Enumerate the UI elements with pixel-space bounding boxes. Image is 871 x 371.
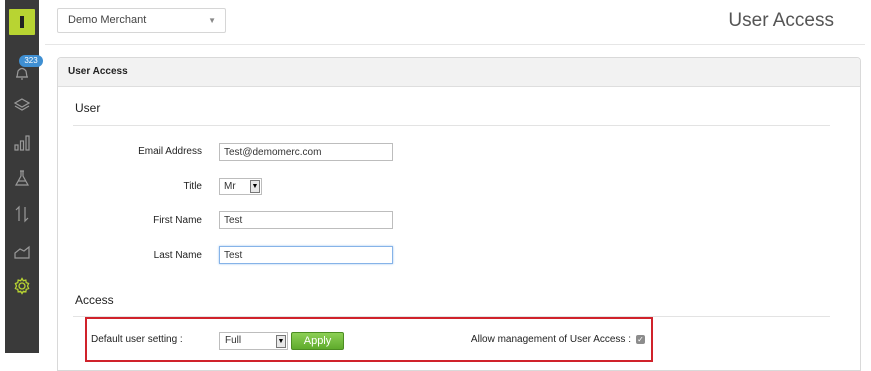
allow-management-checkbox[interactable]: ✓ — [636, 335, 645, 344]
gear-icon — [14, 277, 30, 295]
section-divider — [73, 125, 830, 126]
flask-icon — [14, 170, 30, 186]
nav-transactions[interactable] — [5, 199, 39, 229]
header-divider — [45, 44, 865, 45]
nav-lab[interactable] — [5, 163, 39, 193]
chevron-down-icon: ▼ — [276, 335, 286, 348]
access-section-title: Access — [75, 293, 114, 307]
nav-layers[interactable] — [5, 90, 39, 120]
email-label: Email Address — [138, 146, 202, 157]
title-select[interactable]: Mr ▼ — [219, 178, 262, 195]
merchant-select-value: Demo Merchant — [68, 14, 147, 26]
nav-reports[interactable] — [5, 128, 39, 158]
nav-settings[interactable] — [5, 271, 39, 301]
merchant-select[interactable]: Demo Merchant ▼ — [57, 8, 226, 33]
title-label: Title — [183, 181, 202, 192]
nav-analytics[interactable] — [5, 236, 39, 266]
first-name-label: First Name — [153, 215, 202, 226]
email-field[interactable] — [219, 143, 393, 161]
logo[interactable] — [9, 9, 35, 35]
page-title: User Access — [728, 10, 834, 31]
arrows-updown-icon — [15, 205, 29, 223]
sidebar: 323 — [5, 0, 43, 353]
layers-icon — [13, 98, 31, 111]
default-setting-label: Default user setting : — [91, 334, 183, 345]
area-chart-icon — [14, 245, 30, 259]
default-setting-select[interactable]: Full ▼ — [219, 332, 288, 350]
bar-chart-icon — [14, 135, 30, 151]
user-section-title: User — [75, 101, 101, 115]
apply-button[interactable]: Apply — [291, 332, 344, 350]
last-name-field[interactable] — [219, 246, 393, 264]
chevron-down-icon: ▼ — [250, 180, 260, 193]
notification-badge: 323 — [19, 55, 43, 67]
chevron-down-icon: ▼ — [208, 16, 216, 25]
title-select-value: Mr — [224, 181, 236, 192]
last-name-label: Last Name — [153, 250, 202, 261]
allow-management-label: Allow management of User Access : — [470, 334, 631, 345]
panel-heading: User Access — [58, 58, 860, 87]
default-setting-value: Full — [225, 335, 242, 346]
first-name-field[interactable] — [219, 211, 393, 229]
user-access-panel: User Access User Email Address Title Mr … — [57, 57, 861, 371]
